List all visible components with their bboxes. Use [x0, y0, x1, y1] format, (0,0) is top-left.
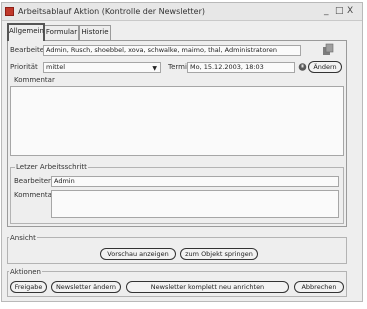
- bearbeiter-field[interactable]: Admin, Rusch, shoebbel, xova, schwalke, …: [43, 45, 301, 56]
- bearbeiter-label: Bearbeiter: [10, 46, 47, 54]
- aendern-button[interactable]: Ändern: [308, 61, 342, 73]
- ansicht-title: Ansicht: [9, 234, 37, 242]
- abbrechen-button[interactable]: Abbrechen: [294, 281, 344, 293]
- termin-field[interactable]: Mo, 15.12.2003, 18:03: [187, 62, 295, 73]
- tab-allgemein-label: Allgemein: [9, 27, 44, 35]
- tab-panel-allgemein: Bearbeiter Admin, Rusch, shoebbel, xova,…: [7, 40, 347, 227]
- freigabe-button[interactable]: Freigabe: [10, 281, 47, 293]
- aktionen-title: Aktionen: [9, 268, 42, 276]
- ansicht-group: Ansicht Vorschau anzeigen zum Objekt spr…: [7, 234, 347, 264]
- close-button[interactable]: X: [347, 6, 353, 16]
- kommentar-textarea[interactable]: [10, 86, 344, 156]
- tab-allgemein[interactable]: Allgemein: [7, 23, 45, 41]
- tab-formular-label: Formular: [45, 28, 78, 36]
- tab-historie[interactable]: Historie: [79, 25, 111, 40]
- dialog-window: Arbeitsablauf Aktion (Kontrolle der News…: [1, 2, 363, 302]
- letzter-arbeitsschritt-group: Letzer Arbeitsschritt Bearbeiter Admin K…: [10, 163, 344, 224]
- user-group-icon[interactable]: [322, 43, 334, 56]
- letzter-kommentar-label: Kommentar: [14, 191, 55, 199]
- prioritaet-select[interactable]: mittel ▼: [43, 62, 161, 73]
- kommentar-label: Kommentar: [14, 76, 55, 84]
- newsletter-neu-button[interactable]: Newsletter komplett neu anrichten: [126, 281, 289, 293]
- letzter-bearbeiter-field: Admin: [51, 176, 339, 187]
- chevron-down-icon: ▼: [152, 65, 157, 72]
- aktionen-group: Aktionen Freigabe Newsletter ändern News…: [7, 268, 347, 297]
- prioritaet-value: mittel: [46, 63, 66, 71]
- vorschau-button[interactable]: Vorschau anzeigen: [100, 248, 176, 260]
- minimize-button[interactable]: _: [324, 6, 329, 16]
- newsletter-aendern-button[interactable]: Newsletter ändern: [51, 281, 121, 293]
- maximize-button[interactable]: □: [335, 6, 344, 16]
- title-bar: Arbeitsablauf Aktion (Kontrolle der News…: [2, 3, 362, 21]
- letzter-bearbeiter-label: Bearbeiter: [14, 177, 51, 185]
- tab-formular[interactable]: Formular: [44, 25, 79, 40]
- prioritaet-label: Priorität: [10, 63, 38, 71]
- calendar-icon[interactable]: [298, 62, 307, 72]
- tab-historie-label: Historie: [81, 28, 109, 36]
- letzter-arbeitsschritt-title: Letzer Arbeitsschritt: [15, 163, 88, 171]
- objekt-springen-button[interactable]: zum Objekt springen: [180, 248, 258, 260]
- letzter-kommentar-field: [51, 190, 339, 218]
- window-title: Arbeitsablauf Aktion (Kontrolle der News…: [18, 7, 205, 16]
- app-icon: [5, 7, 14, 16]
